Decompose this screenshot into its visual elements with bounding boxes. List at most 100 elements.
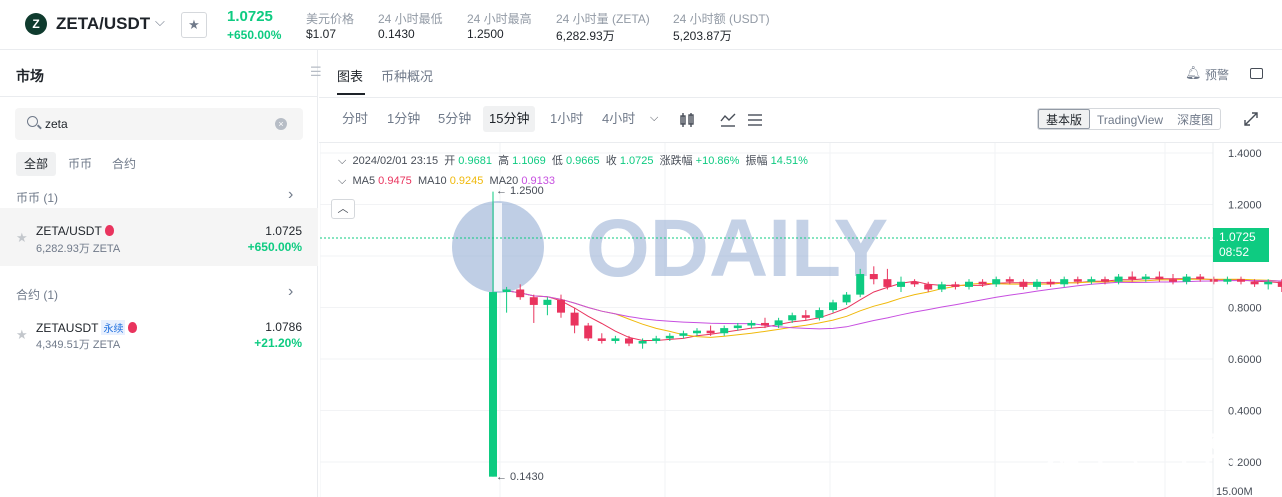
futures-section-title[interactable]: 合约 (1) <box>16 286 58 303</box>
change: +21.20% <box>254 336 302 350</box>
bell-icon[interactable]: 🔔︎ <box>1185 65 1202 81</box>
candle <box>693 328 701 336</box>
svg-text:ODAILY: ODAILY <box>586 203 888 294</box>
candle-body <box>1223 279 1232 282</box>
candle-body <box>788 315 797 321</box>
candle-body <box>869 274 878 280</box>
candle-body <box>584 325 593 339</box>
candle-body <box>733 325 742 329</box>
candle-body <box>665 335 674 339</box>
settings-list-icon[interactable] <box>747 112 763 128</box>
candle-body <box>1277 281 1282 287</box>
candle-body <box>543 299 552 305</box>
view-tradingview[interactable]: TradingView <box>1090 110 1170 130</box>
change: +650.00% <box>247 240 302 254</box>
candle-body <box>747 322 756 326</box>
tf-5m[interactable]: 5分钟 <box>432 106 477 132</box>
candle <box>529 294 538 323</box>
chevron-right-icon[interactable]: › <box>288 283 293 301</box>
tf-1h[interactable]: 1小时 <box>544 106 589 132</box>
view-switcher: 基本版 TradingView 深度图 <box>1037 108 1222 130</box>
candle <box>951 281 960 290</box>
tab-chart[interactable]: 图表 <box>337 66 363 85</box>
price-tag-value: 1.0725 <box>1219 230 1256 244</box>
pair-title[interactable]: ZETA/USDT <box>56 14 150 34</box>
candle <box>1060 276 1069 287</box>
volume: 6,282.93万 ZETA <box>36 243 121 255</box>
candle-body <box>1264 281 1273 285</box>
chevron-down-icon[interactable]: ⌵ <box>155 14 165 30</box>
stat-value-amount: 5,203.87万 <box>673 29 732 43</box>
list-item[interactable]: ★ ZETA/USDT 6,282.93万 ZETA 1.0725 +650.0… <box>0 208 318 266</box>
amplitude-label: 振幅 <box>745 155 768 167</box>
tf-15m[interactable]: 15分钟 <box>483 106 536 132</box>
price-change: +650.00% <box>227 28 282 42</box>
candle <box>584 322 593 341</box>
close-value: 1.0725 <box>619 155 654 167</box>
alert-button[interactable]: 预警 <box>1205 66 1229 83</box>
candle <box>1182 274 1191 285</box>
ohlc-legend: ⌵ 2024/02/01 23:15 开 0.9681 高 1.1069 低 0… <box>338 152 808 168</box>
candle <box>1128 271 1137 282</box>
candle-body <box>489 292 497 477</box>
chevron-down-icon[interactable]: ⌵ <box>338 175 346 187</box>
candle-body <box>801 315 810 318</box>
candle-body <box>1209 279 1218 282</box>
search-input[interactable]: zeta × <box>15 108 303 140</box>
candle-body <box>937 284 946 290</box>
collapse-legend-button[interactable]: ︿ <box>331 199 355 219</box>
tf-1m[interactable]: 1分钟 <box>381 106 426 132</box>
candle-body <box>1169 279 1177 282</box>
view-depth[interactable]: 深度图 <box>1170 110 1220 130</box>
candle-body <box>1237 279 1245 282</box>
divider <box>319 97 1282 98</box>
chevron-down-icon[interactable]: ⌵ <box>338 155 346 167</box>
market-panel: 市场 ☰ zeta × 全部 币币 合约 币币 (1) › ★ ZETA/USD… <box>0 50 322 497</box>
candle-body <box>883 279 892 287</box>
candle-body <box>720 328 729 334</box>
candle-body <box>1060 279 1069 285</box>
candle <box>801 310 810 321</box>
stat-label-usd: 美元价格 <box>306 12 355 26</box>
candle-body <box>978 281 987 285</box>
stat-label-high: 24 小时最高 <box>467 12 532 26</box>
candle-body <box>1046 281 1055 285</box>
star-icon[interactable]: ★ <box>16 327 28 343</box>
list-item[interactable]: ★ ZETAUSDT 永续 4,349.51万 ZETA 1.0786 +21.2… <box>0 305 318 363</box>
filter-tab-futures[interactable]: 合约 <box>104 152 144 176</box>
market-title: 市场 <box>16 68 44 84</box>
zhihu-watermark: 知乎 @星阳 <box>1045 430 1241 471</box>
candle-body <box>1250 281 1259 285</box>
star-icon[interactable]: ★ <box>16 230 28 246</box>
ohlc-date: 2024/02/01 23:15 <box>352 155 439 167</box>
tf-4h[interactable]: 4小时 <box>596 106 641 132</box>
filter-tab-spot[interactable]: 币币 <box>60 152 100 176</box>
candle-body <box>611 338 620 341</box>
view-basic[interactable]: 基本版 <box>1038 109 1091 129</box>
y-tick-label: 0.6000 <box>1228 354 1262 366</box>
tab-overview[interactable]: 币种概况 <box>381 66 433 85</box>
price: 1.0786 <box>265 320 302 334</box>
window-icon[interactable] <box>1250 68 1263 79</box>
candle-body <box>1087 279 1096 282</box>
candle-body <box>1196 276 1205 280</box>
candle-body <box>597 338 606 341</box>
tab-underline <box>337 93 365 95</box>
favorite-star-button[interactable]: ★ <box>181 12 207 38</box>
chevron-down-icon[interactable]: ⌵ <box>650 112 658 125</box>
candle-body <box>1073 279 1082 282</box>
candle-body <box>570 312 579 326</box>
low-label: 低 <box>551 155 563 167</box>
tf-line[interactable]: 分时 <box>336 106 374 132</box>
filter-tab-all[interactable]: 全部 <box>16 152 57 176</box>
spot-section-title[interactable]: 币币 (1) <box>16 189 58 206</box>
indicator-icon[interactable] <box>720 112 736 128</box>
clear-icon[interactable]: × <box>275 118 287 130</box>
candle-type-icon[interactable] <box>680 112 694 128</box>
fullscreen-icon[interactable] <box>1244 112 1258 126</box>
candle-body <box>1033 281 1041 287</box>
candle-body <box>965 281 973 287</box>
chevron-right-icon[interactable]: › <box>288 186 293 204</box>
candle-countdown: 08:52 <box>1219 245 1250 259</box>
candle-body <box>774 320 783 326</box>
